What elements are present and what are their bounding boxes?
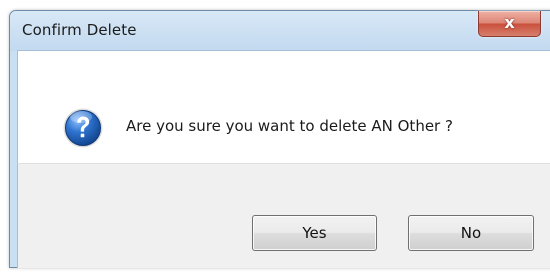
question-icon (63, 108, 103, 148)
dialog-title: Confirm Delete (22, 21, 137, 39)
no-button[interactable]: No (408, 215, 534, 251)
yes-button[interactable]: Yes (252, 215, 377, 251)
dialog-titlebar[interactable]: Confirm Delete x (10, 11, 550, 51)
close-button[interactable]: x (478, 11, 541, 37)
close-icon: x (504, 13, 515, 32)
dialog-message: Are you sure you want to delete AN Other… (126, 117, 453, 135)
